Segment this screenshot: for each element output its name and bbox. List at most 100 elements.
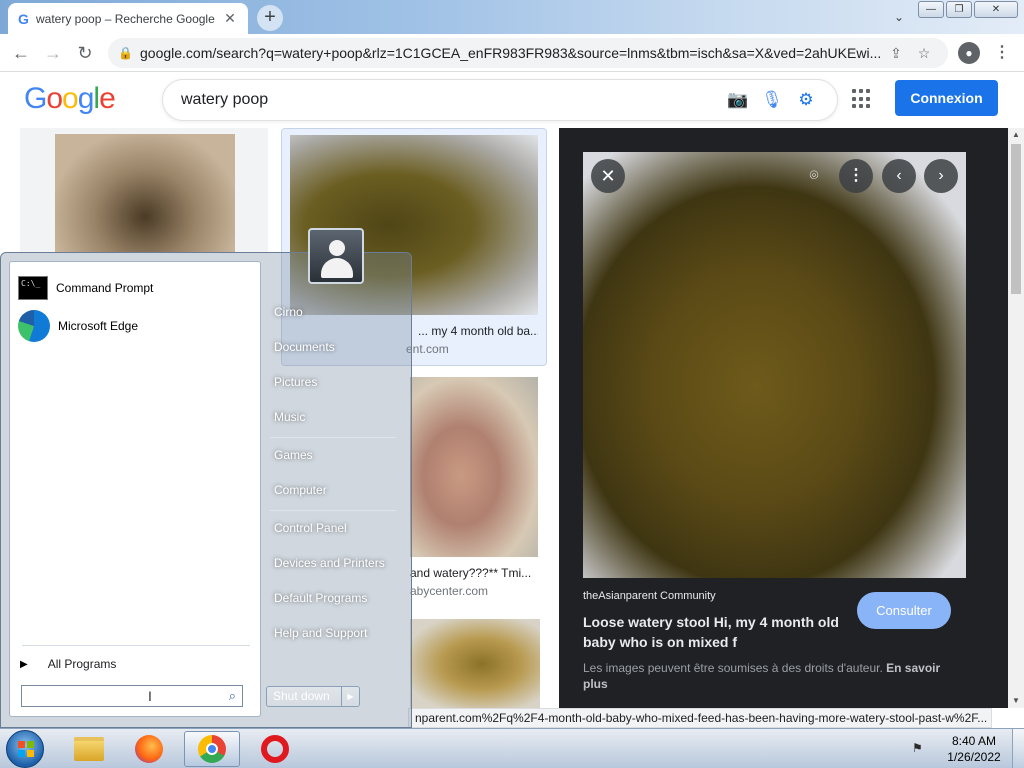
minimize-button[interactable]: — xyxy=(918,1,944,18)
taskbar-file-explorer[interactable] xyxy=(64,731,114,767)
bookmark-star-icon[interactable]: ☆ xyxy=(910,45,938,62)
logo-letter: e xyxy=(99,82,116,115)
address-bar[interactable]: 🔒 google.com/search?q=watery+poop&rlz=1C… xyxy=(108,38,948,68)
close-window-button[interactable]: ✕ xyxy=(974,1,1018,18)
page-scrollbar[interactable]: ▲ ▼ xyxy=(1008,128,1024,708)
close-preview-icon[interactable]: ✕ xyxy=(591,159,625,193)
next-image-icon[interactable]: › xyxy=(924,159,958,193)
logo-letter: G xyxy=(24,82,47,115)
apps-grid-icon[interactable] xyxy=(852,89,872,109)
browser-menu-icon[interactable]: ⋮ xyxy=(994,42,1010,64)
back-icon[interactable]: ← xyxy=(10,42,32,64)
url-text[interactable]: google.com/search?q=watery+poop&rlz=1C1G… xyxy=(140,45,882,61)
folder-icon xyxy=(74,737,104,761)
camera-icon[interactable]: 📷 xyxy=(721,90,755,110)
all-programs-button[interactable]: ▶ All Programs xyxy=(20,652,252,676)
start-search-input[interactable]: I ⌕ xyxy=(21,685,243,707)
tab-title: watery poop – Recherche Google xyxy=(36,11,215,26)
clock-date: 1/26/2022 xyxy=(947,750,1001,764)
result-image[interactable] xyxy=(55,134,235,252)
arrow-right-icon: ▶ xyxy=(20,658,28,670)
start-right-control-panel[interactable]: Control Panel xyxy=(274,521,347,535)
logo-letter: o xyxy=(46,82,63,115)
search-box[interactable]: watery poop 📷 🎙 ⚙ xyxy=(162,79,838,121)
copyright-note: Les images peuvent être soumises à des d… xyxy=(583,660,963,692)
visit-button[interactable]: Consulter xyxy=(857,592,951,629)
reload-icon[interactable]: ↻ xyxy=(74,42,96,64)
image-preview-panel: ✕ ⌾ ⋮ ‹ › theAsianparent Community Loose… xyxy=(559,128,1008,708)
start-item-label: Command Prompt xyxy=(56,281,154,295)
taskbar-chrome[interactable] xyxy=(184,731,240,767)
text-cursor-icon: I xyxy=(148,688,152,704)
command-prompt-icon: C:\_ xyxy=(18,276,48,300)
logo-letter: o xyxy=(62,82,79,115)
result-image[interactable] xyxy=(410,377,538,557)
all-programs-label: All Programs xyxy=(47,657,117,671)
taskbar-opera[interactable] xyxy=(250,731,300,767)
start-right-divider xyxy=(270,510,396,511)
shutdown-options-icon[interactable]: ▶ xyxy=(341,686,360,707)
start-divider xyxy=(22,645,250,646)
start-button[interactable] xyxy=(6,730,44,768)
new-tab-button[interactable]: + xyxy=(257,5,283,31)
shutdown-button[interactable]: Shut down xyxy=(266,686,342,707)
status-bar-url: nparent.com%2Fq%2F4-month-old-baby-who-m… xyxy=(408,708,992,728)
start-menu: C:\_ Command Prompt Microsoft Edge ▶ All… xyxy=(0,252,412,728)
more-options-icon[interactable]: ⋮ xyxy=(839,159,873,193)
preview-image[interactable] xyxy=(583,152,966,578)
search-input[interactable]: watery poop xyxy=(181,91,721,109)
lens-search-icon[interactable]: ⌾ xyxy=(797,159,831,193)
scroll-up-icon[interactable]: ▲ xyxy=(1008,128,1024,142)
taskbar: ⚑ 8:40 AM 1/26/2022 xyxy=(0,728,1024,768)
start-item-command-prompt[interactable]: C:\_ Command Prompt xyxy=(14,270,254,306)
search-icon[interactable]: ⌕ xyxy=(229,688,236,704)
action-center-flag-icon[interactable]: ⚑ xyxy=(912,741,928,757)
edge-icon xyxy=(18,310,50,342)
opera-icon xyxy=(261,735,289,763)
preview-source[interactable]: theAsianparent Community xyxy=(583,590,716,602)
result-title[interactable]: and watery???** Tmi... xyxy=(410,566,540,580)
show-desktop-button[interactable] xyxy=(1012,729,1024,768)
profile-avatar-icon[interactable]: ● xyxy=(958,42,980,64)
result-image[interactable] xyxy=(410,619,540,708)
forward-icon[interactable]: → xyxy=(42,42,64,64)
start-right-user[interactable]: Cirno xyxy=(274,305,303,319)
user-account-picture[interactable] xyxy=(308,228,364,284)
browser-tab[interactable]: G watery poop – Recherche Google ✕ xyxy=(8,3,248,34)
restore-button[interactable]: ❐ xyxy=(946,1,972,18)
google-header: Google watery poop 📷 🎙 ⚙ Connexion xyxy=(0,72,1024,128)
tab-search-icon[interactable]: ⌄ xyxy=(886,6,912,28)
system-clock[interactable]: 8:40 AM 1/26/2022 xyxy=(940,733,1008,765)
sign-in-button[interactable]: Connexion xyxy=(895,80,998,116)
result-card[interactable] xyxy=(20,128,268,252)
previous-image-icon[interactable]: ‹ xyxy=(882,159,916,193)
start-right-computer[interactable]: Computer xyxy=(274,483,327,497)
google-logo[interactable]: Google xyxy=(24,82,116,116)
share-icon[interactable]: ⇪ xyxy=(882,45,910,62)
mic-icon[interactable]: 🎙 xyxy=(755,90,789,110)
tab-close-icon[interactable]: ✕ xyxy=(222,10,238,27)
start-right-devices[interactable]: Devices and Printers xyxy=(274,556,385,570)
google-favicon-icon: G xyxy=(18,10,29,27)
scroll-down-icon[interactable]: ▼ xyxy=(1008,694,1024,708)
start-right-music[interactable]: Music xyxy=(274,410,305,424)
search-settings-icon[interactable]: ⚙ xyxy=(789,90,823,110)
taskbar-firefox[interactable] xyxy=(124,731,174,767)
result-title[interactable]: ... my 4 month old ba... xyxy=(418,324,538,338)
windows-logo-icon xyxy=(18,741,34,757)
user-head-icon xyxy=(329,240,345,256)
scrollbar-thumb[interactable] xyxy=(1011,144,1021,294)
start-item-edge[interactable]: Microsoft Edge xyxy=(14,308,254,344)
start-right-documents[interactable]: Documents xyxy=(274,340,335,354)
start-item-label: Microsoft Edge xyxy=(58,319,139,333)
result-source[interactable]: abycenter.com xyxy=(410,584,540,598)
start-right-default-programs[interactable]: Default Programs xyxy=(274,591,367,605)
result-source[interactable]: ent.com xyxy=(406,342,526,356)
preview-title[interactable]: Loose watery stool Hi, my 4 month old ba… xyxy=(583,612,853,652)
copyright-text: Les images peuvent être soumises à des d… xyxy=(583,661,883,675)
start-right-pictures[interactable]: Pictures xyxy=(274,375,317,389)
lock-icon[interactable]: 🔒 xyxy=(118,46,140,60)
start-right-games[interactable]: Games xyxy=(274,448,313,462)
start-right-help[interactable]: Help and Support xyxy=(274,626,367,640)
browser-toolbar: ← → ↻ 🔒 google.com/search?q=watery+poop&… xyxy=(0,34,1024,72)
